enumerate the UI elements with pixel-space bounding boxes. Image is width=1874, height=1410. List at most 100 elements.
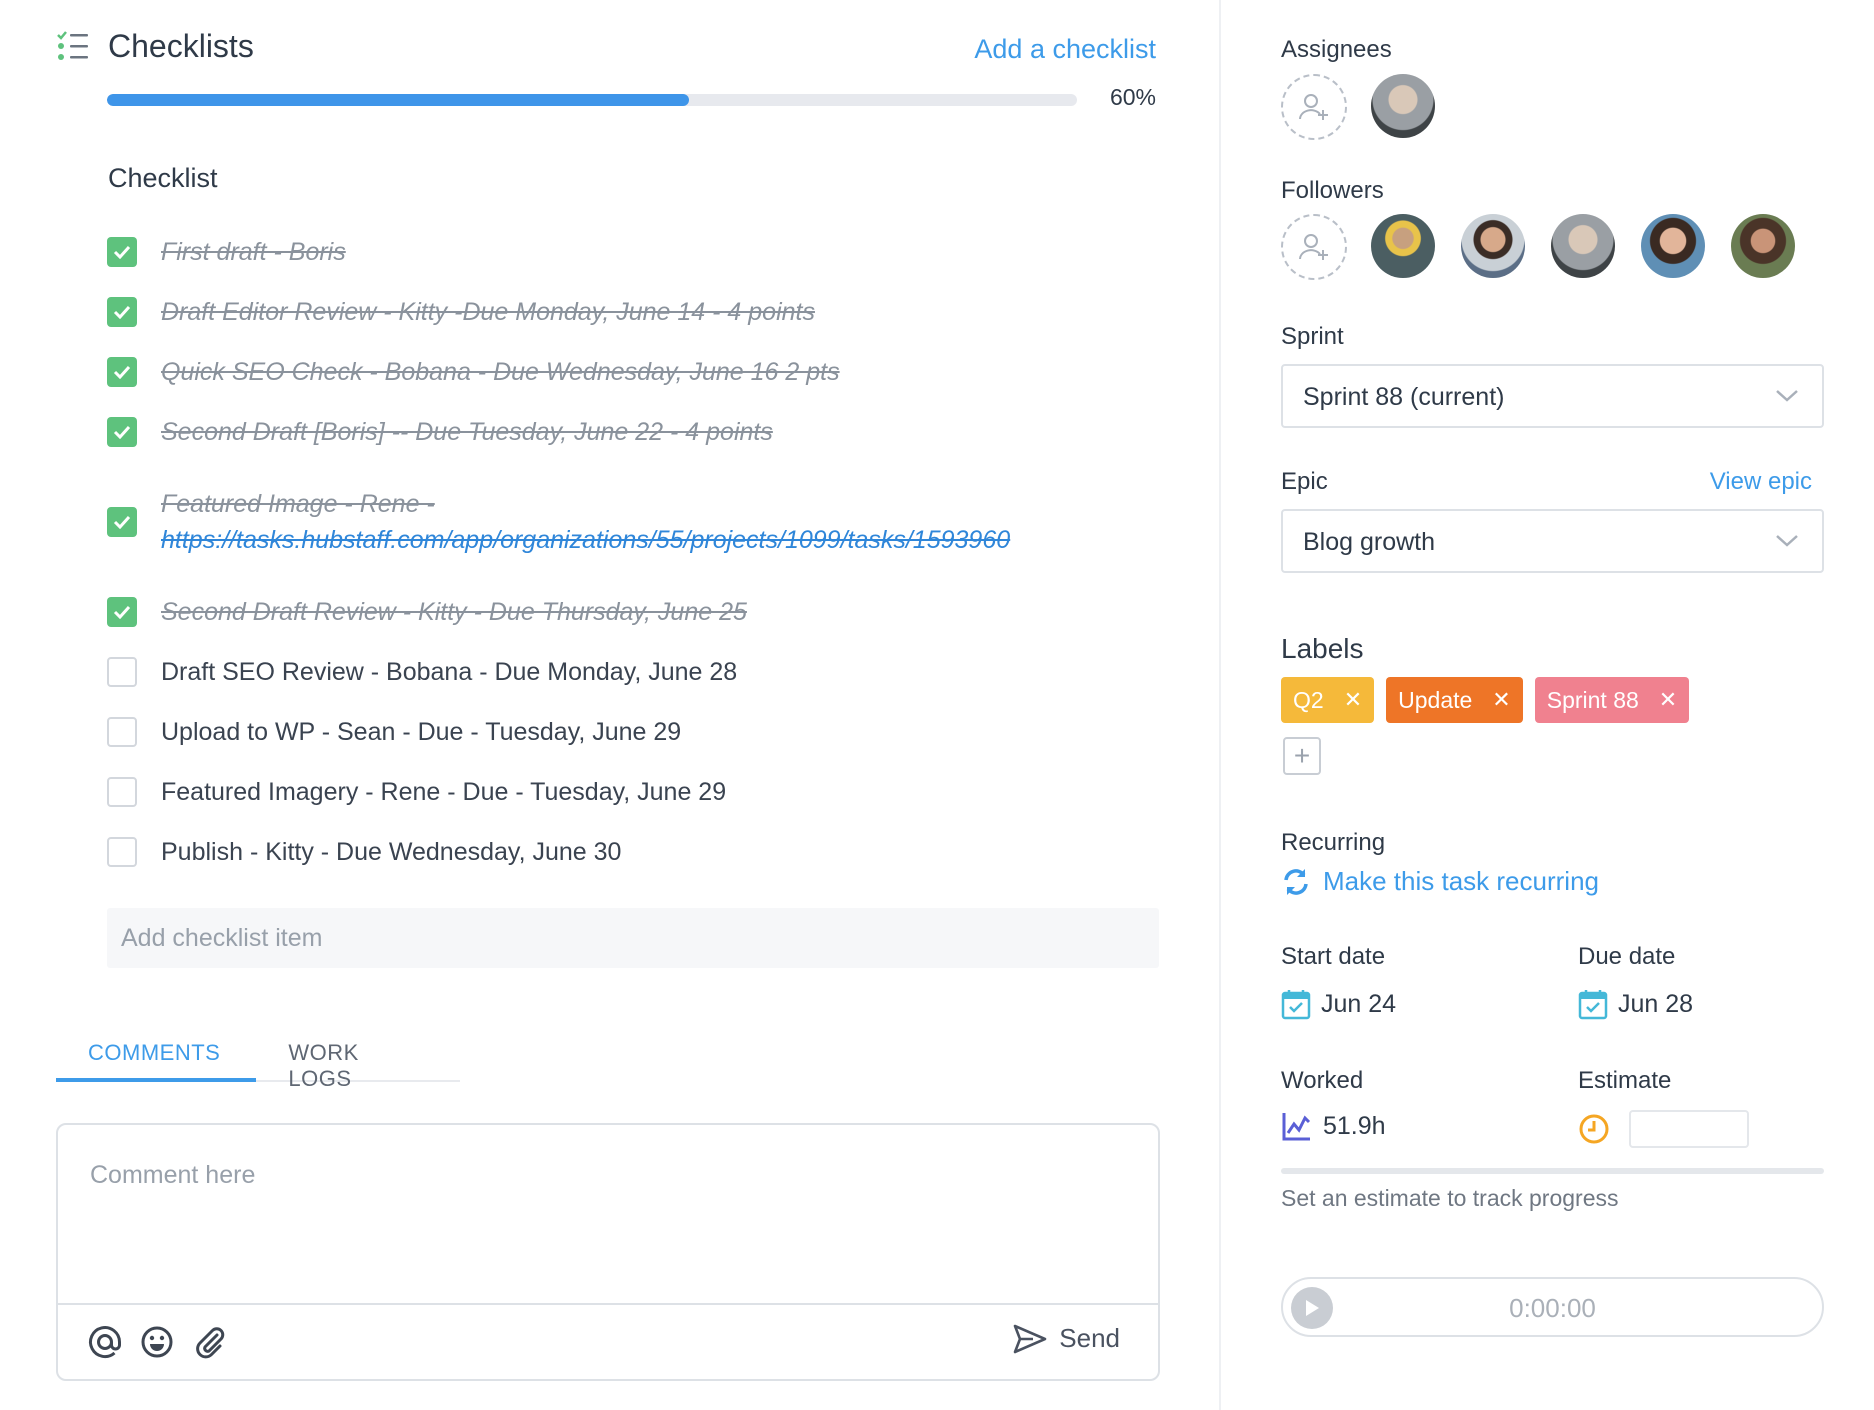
add-label-button[interactable]: + — [1283, 737, 1321, 775]
comment-input[interactable]: Comment here — [90, 1161, 255, 1190]
paperclip-icon[interactable] — [190, 1323, 228, 1361]
progress-percent: 60% — [1109, 84, 1156, 110]
add-user-icon — [1299, 234, 1328, 260]
avatar[interactable] — [1731, 214, 1795, 278]
checklist-item: Publish - Kitty - Due Wednesday, June 30 — [107, 822, 1067, 882]
checklist-item-link[interactable]: https://tasks.hubstaff.com/app/organizat… — [161, 522, 1041, 558]
avatar[interactable] — [1551, 214, 1615, 278]
at-icon[interactable] — [86, 1323, 124, 1361]
checklist-item: Second Draft Review - Kitty - Due Thursd… — [107, 582, 1067, 642]
checkbox-checked[interactable] — [107, 297, 137, 327]
chevron-down-icon — [1776, 390, 1798, 402]
send-icon — [1013, 1324, 1047, 1353]
worked-label: Worked — [1281, 1067, 1364, 1094]
checklist-icon — [57, 31, 88, 60]
progress-fill — [107, 94, 689, 106]
clock-icon — [1579, 1114, 1609, 1144]
epic-value: Blog growth — [1303, 528, 1436, 556]
checkbox-checked[interactable] — [107, 597, 137, 627]
label-name: Sprint 88 — [1546, 686, 1639, 713]
checklist-item: Featured Imagery - Rene - Due - Tuesday,… — [107, 762, 1067, 822]
send-label: Send — [1059, 1323, 1120, 1353]
sprint-select[interactable]: Sprint 88 (current) — [1281, 364, 1824, 428]
followers-label: Followers — [1281, 177, 1384, 204]
chart-line-icon — [1282, 1113, 1311, 1141]
worked-value: 51.9h — [1323, 1111, 1386, 1140]
checklist-item-text[interactable]: Upload to WP - Sean - Due - Tuesday, Jun… — [161, 714, 681, 750]
check-icon — [113, 245, 131, 259]
avatar[interactable] — [1371, 74, 1435, 138]
label-tag[interactable]: Sprint 88 ✕ — [1534, 677, 1690, 723]
checkbox-unchecked[interactable] — [107, 657, 137, 687]
send-button[interactable]: Send — [1013, 1323, 1120, 1354]
checklist-item-text[interactable]: Second Draft Review - Kitty - Due Thursd… — [161, 594, 747, 630]
check-icon — [113, 515, 131, 529]
remove-label-icon[interactable]: ✕ — [1492, 687, 1510, 713]
refresh-icon — [1284, 868, 1308, 895]
emoji-icon[interactable] — [138, 1323, 176, 1361]
checklist-item: Draft SEO Review - Bobana - Due Monday, … — [107, 642, 1067, 702]
start-date-label: Start date — [1281, 943, 1386, 970]
checklist-subtitle: Checklist — [108, 163, 218, 193]
add-checklist-link[interactable]: Add a checklist — [974, 34, 1156, 65]
estimate-input[interactable] — [1629, 1110, 1749, 1148]
checklist-progress-bar — [107, 94, 1077, 106]
checklist-item-text[interactable]: Publish - Kitty - Due Wednesday, June 30 — [161, 834, 621, 870]
checkbox-checked[interactable] — [107, 417, 137, 447]
view-epic-link[interactable]: View epic — [1710, 468, 1812, 496]
checkbox-unchecked[interactable] — [107, 837, 137, 867]
checklist-item-text[interactable]: Quick SEO Check - Bobana - Due Wednesday… — [161, 354, 840, 390]
checklist-item: First draft - Boris — [107, 222, 1067, 282]
checklist-item-text[interactable]: Featured Image - Rene - https://tasks.hu… — [161, 486, 1041, 558]
chevron-down-icon — [1776, 535, 1798, 547]
checkbox-unchecked[interactable] — [107, 717, 137, 747]
checklist-item-label: Featured Image - Rene - — [161, 490, 435, 518]
remove-label-icon[interactable]: ✕ — [1659, 687, 1677, 713]
start-date-picker[interactable]: Jun 24 — [1281, 988, 1396, 1020]
checkbox-checked[interactable] — [107, 507, 137, 537]
avatar[interactable] — [1641, 214, 1705, 278]
labels-label: Labels — [1281, 633, 1364, 664]
add-follower-button[interactable] — [1281, 214, 1347, 280]
sprint-label: Sprint — [1281, 323, 1344, 350]
add-checklist-item-input[interactable]: Add checklist item — [107, 908, 1159, 968]
checklist-item: Quick SEO Check - Bobana - Due Wednesday… — [107, 342, 1067, 402]
check-icon — [113, 605, 131, 619]
checklist-item-text[interactable]: First draft - Boris — [161, 234, 346, 270]
add-user-icon — [1299, 94, 1328, 120]
tab-comments[interactable]: COMMENTS — [56, 1032, 257, 1082]
due-date-picker[interactable]: Jun 28 — [1578, 988, 1693, 1020]
epic-select[interactable]: Blog growth — [1281, 509, 1824, 573]
checklist-items: First draft - Boris Draft Editor Review … — [107, 222, 1067, 882]
checklist-item-text[interactable]: Draft SEO Review - Bobana - Due Monday, … — [161, 654, 737, 690]
timer-control: 0:00:00 — [1281, 1277, 1824, 1337]
make-recurring-label: Make this task recurring — [1323, 866, 1599, 896]
plus-icon: + — [1293, 740, 1311, 771]
tab-work-logs[interactable]: WORK LOGS — [256, 1032, 460, 1091]
checkbox-checked[interactable] — [107, 237, 137, 267]
comment-toolbar: Send — [58, 1303, 1158, 1379]
task-sidebar: Assignees Followers Sprint Sprint 88 (cu… — [1221, 0, 1874, 1410]
check-icon — [113, 305, 131, 319]
calendar-icon — [1578, 990, 1608, 1020]
label-name: Q2 — [1293, 686, 1324, 713]
checklist-panel: Checklists Add a checklist 60% Checklist… — [0, 0, 1220, 1410]
timer-value: 0:00:00 — [1509, 1293, 1596, 1323]
checkbox-unchecked[interactable] — [107, 777, 137, 807]
remove-label-icon[interactable]: ✕ — [1344, 687, 1362, 713]
checklists-title: Checklists — [108, 28, 254, 64]
label-name: Update — [1398, 686, 1473, 713]
label-tag[interactable]: Q2 ✕ — [1281, 677, 1375, 723]
avatar[interactable] — [1461, 214, 1525, 278]
checklist-item-text[interactable]: Featured Imagery - Rene - Due - Tuesday,… — [161, 774, 726, 810]
checkbox-checked[interactable] — [107, 357, 137, 387]
add-assignee-button[interactable] — [1281, 74, 1347, 140]
checklist-item-text[interactable]: Second Draft [Boris] -- Due Tuesday, Jun… — [161, 414, 773, 450]
label-tag[interactable]: Update ✕ — [1386, 677, 1523, 723]
estimate-hint: Set an estimate to track progress — [1281, 1185, 1619, 1211]
avatar[interactable] — [1371, 214, 1435, 278]
comment-box[interactable]: Comment here Send — [56, 1123, 1160, 1381]
sprint-value: Sprint 88 (current) — [1303, 383, 1505, 411]
checklist-item-text[interactable]: Draft Editor Review - Kitty -Due Monday,… — [161, 294, 815, 330]
make-recurring-link[interactable]: Make this task recurring — [1281, 866, 1599, 897]
